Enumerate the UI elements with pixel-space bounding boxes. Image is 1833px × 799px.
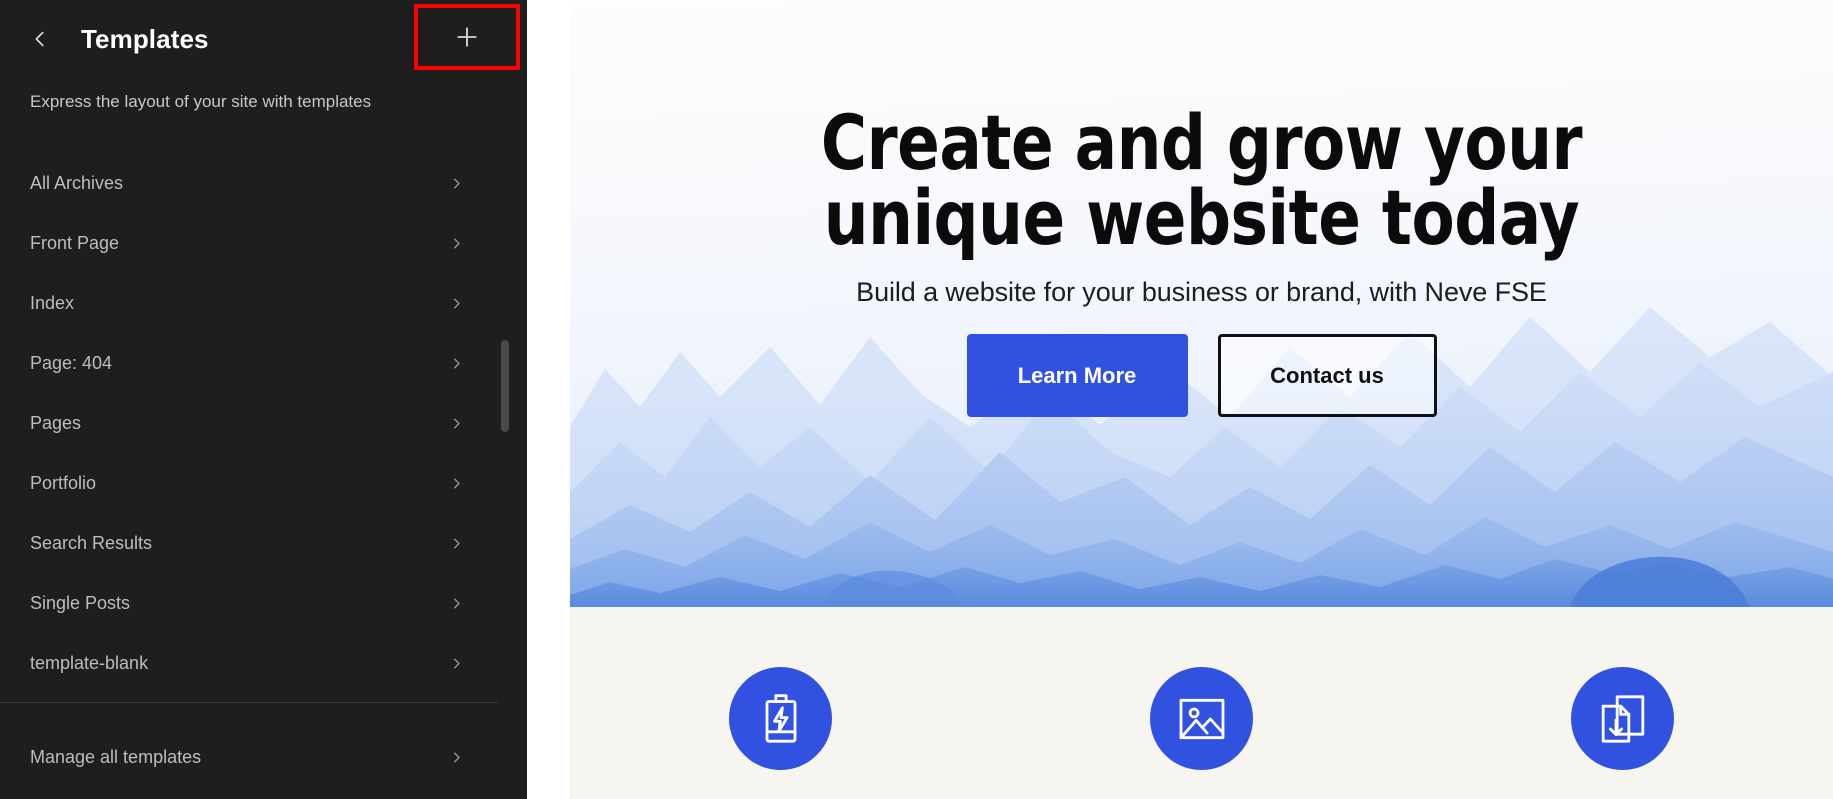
chevron-right-icon bbox=[436, 536, 476, 551]
hero-section: Create and grow your unique website toda… bbox=[570, 0, 1833, 607]
hero-subheading: Build a website for your business or bra… bbox=[856, 277, 1547, 308]
templates-list: All Archives Front Page Index Page: 404 bbox=[0, 154, 527, 788]
chevron-right-icon bbox=[436, 476, 476, 491]
chevron-right-icon bbox=[436, 236, 476, 251]
sidebar-item-label: Page: 404 bbox=[30, 353, 113, 374]
feature-item bbox=[570, 667, 991, 770]
chevron-right-icon bbox=[436, 750, 476, 765]
chevron-right-icon bbox=[436, 416, 476, 431]
sidebar-item-page-404[interactable]: Page: 404 bbox=[0, 334, 498, 394]
hero-button-group: Learn More Contact us bbox=[570, 334, 1833, 418]
chevron-right-icon bbox=[436, 356, 476, 371]
page-title: Templates bbox=[81, 23, 209, 54]
hero-heading-line-1: Create and grow your bbox=[820, 98, 1583, 187]
sidebar-item-label: template-blank bbox=[30, 653, 149, 674]
hero-heading-line-2: unique website today bbox=[823, 173, 1580, 263]
chevron-right-icon bbox=[436, 596, 476, 611]
sidebar-item-label: Manage all templates bbox=[30, 747, 202, 768]
sidebar-item-label: Portfolio bbox=[30, 473, 97, 494]
templates-editor-screen: Templates Express the layout of your sit… bbox=[0, 0, 1833, 799]
plus-icon bbox=[454, 24, 480, 50]
battery-charging-icon bbox=[729, 667, 832, 770]
sidebar-item-front-page[interactable]: Front Page bbox=[0, 214, 498, 274]
document-download-icon bbox=[1571, 667, 1674, 770]
sidebar-item-label: Index bbox=[30, 293, 75, 314]
sidebar-header: Templates bbox=[0, 0, 527, 78]
chevron-right-icon bbox=[436, 176, 476, 191]
templates-sidebar: Templates Express the layout of your sit… bbox=[0, 0, 527, 799]
sidebar-footer: Manage all templates bbox=[0, 728, 527, 788]
feature-item bbox=[1412, 667, 1833, 770]
sidebar-item-single-posts[interactable]: Single Posts bbox=[0, 574, 498, 634]
sidebar-item-portfolio[interactable]: Portfolio bbox=[0, 454, 498, 514]
sidebar-item-template-blank[interactable]: template-blank bbox=[0, 634, 498, 694]
hero-heading: Create and grow your unique website toda… bbox=[621, 98, 1783, 263]
add-template-button[interactable] bbox=[420, 10, 514, 64]
feature-item bbox=[991, 667, 1412, 770]
sidebar-item-pages[interactable]: Pages bbox=[0, 394, 498, 454]
sidebar-description: Express the layout of your site with tem… bbox=[30, 92, 372, 111]
sidebar-item-index[interactable]: Index bbox=[0, 274, 498, 334]
sidebar-item-label: Search Results bbox=[30, 533, 153, 554]
add-template-highlight bbox=[414, 4, 520, 70]
sidebar-item-manage-all-templates[interactable]: Manage all templates bbox=[0, 728, 498, 788]
chevron-right-icon bbox=[436, 296, 476, 311]
sidebar-divider bbox=[0, 701, 498, 703]
features-section bbox=[570, 607, 1833, 799]
sidebar-item-label: Front Page bbox=[30, 233, 120, 254]
contact-us-button[interactable]: Contact us bbox=[1217, 334, 1437, 418]
sidebar-item-search-results[interactable]: Search Results bbox=[0, 514, 498, 574]
chevron-right-icon bbox=[436, 656, 476, 671]
sidebar-scrollbar-thumb[interactable] bbox=[501, 340, 509, 432]
learn-more-button[interactable]: Learn More bbox=[966, 334, 1188, 418]
hero-content: Create and grow your unique website toda… bbox=[570, 0, 1833, 418]
image-icon bbox=[1150, 667, 1253, 770]
sidebar-item-label: Single Posts bbox=[30, 593, 131, 614]
sidebar-item-label: Pages bbox=[30, 413, 82, 434]
sidebar-item-label: All Archives bbox=[30, 173, 124, 194]
site-preview-frame[interactable]: Create and grow your unique website toda… bbox=[570, 0, 1833, 799]
template-preview-pane: Create and grow your unique website toda… bbox=[527, 0, 1833, 799]
chevron-left-icon[interactable] bbox=[18, 17, 62, 61]
sidebar-item-all-archives[interactable]: All Archives bbox=[0, 154, 498, 214]
